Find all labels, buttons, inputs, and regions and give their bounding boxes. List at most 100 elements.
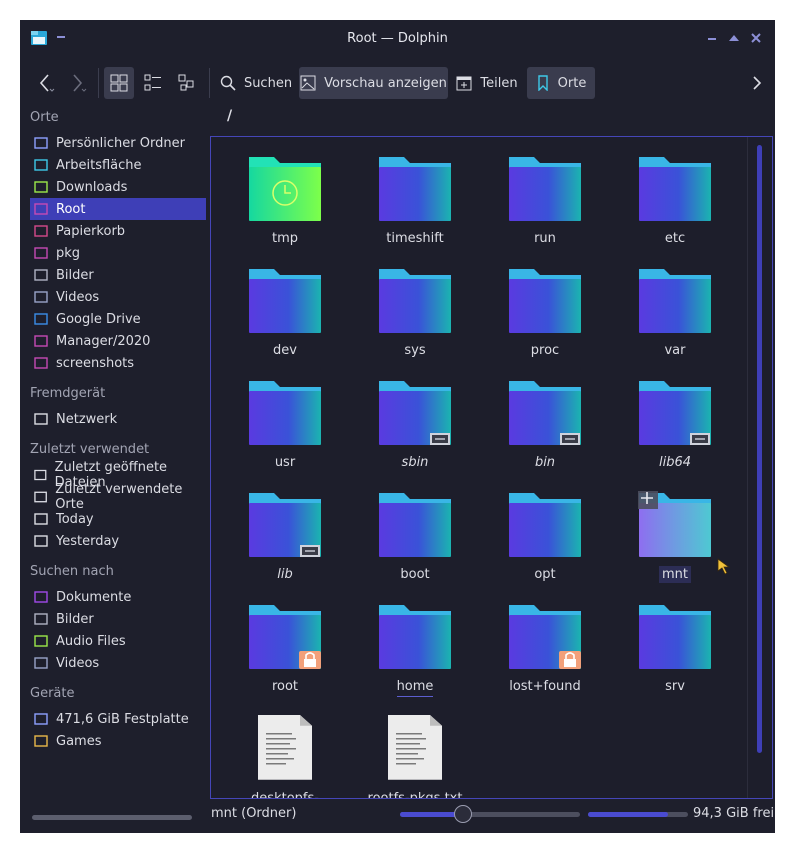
folder-item[interactable]: lib (230, 491, 350, 591)
item-label: mnt (620, 566, 730, 583)
share-button[interactable]: Teilen (454, 67, 520, 99)
sidebar-item-google-drive[interactable]: Google Drive (30, 308, 206, 330)
search-button[interactable]: Suchen (216, 67, 296, 99)
image-icon (34, 269, 48, 281)
more-toolbar-button[interactable] (746, 67, 768, 99)
sidebar-item-manager-2020[interactable]: Manager/2020 (30, 330, 206, 352)
folder-item[interactable]: opt (490, 491, 610, 591)
maximize-button[interactable] (726, 30, 742, 46)
item-name: etc (664, 231, 686, 246)
item-name: var (664, 343, 686, 358)
sidebar-item-label: Yesterday (56, 533, 120, 549)
folder-item[interactable]: srv (620, 603, 740, 703)
sidebar-item-papierkorb[interactable]: Papierkorb (30, 220, 206, 242)
icons-view-icon (110, 74, 128, 92)
folder-item[interactable]: root (230, 603, 350, 703)
sidebar-item-dokumente[interactable]: Dokumente (30, 586, 206, 608)
folder-icon (34, 357, 48, 369)
folder-item[interactable]: sbin (360, 379, 480, 479)
item-name: run (534, 231, 556, 246)
drive-icon (34, 735, 48, 747)
sidebar-item-today[interactable]: Today (30, 508, 206, 530)
item-label: opt (490, 567, 600, 582)
sidebar-item-label: Persönlicher Ordner (56, 135, 185, 151)
folder-icon (379, 605, 451, 669)
share-label: Teilen (480, 75, 518, 91)
scrollbar-thumb[interactable] (757, 145, 762, 753)
sidebar-item-yesterday[interactable]: Yesterday (30, 530, 206, 552)
compact-view-button[interactable] (138, 67, 168, 99)
folder-item[interactable]: dev (230, 267, 350, 367)
text-file-icon (388, 715, 442, 780)
sidebar-item-audio-files[interactable]: Audio Files (30, 630, 206, 652)
video-icon (34, 657, 48, 669)
breadcrumb-path[interactable]: / (227, 108, 232, 124)
preview-label: Vorschau anzeigen (324, 75, 447, 91)
places-horizontal-scrollbar[interactable] (32, 815, 192, 820)
scrollbar-track[interactable] (747, 137, 748, 798)
forward-button[interactable] (64, 67, 92, 99)
item-name: boot (400, 567, 430, 582)
compact-view-icon (144, 74, 161, 91)
folder-item[interactable]: run (490, 155, 610, 255)
icons-view-button[interactable] (104, 67, 134, 99)
sidebar-item-arbeitsfläche[interactable]: Arbeitsfläche (30, 154, 206, 176)
item-name: dev (273, 343, 297, 358)
sidebar-item-471-6-gib-festplatte[interactable]: 471,6 GiB Festplatte (30, 708, 206, 730)
disk-usage-fill (588, 812, 668, 817)
item-name: sbin (401, 455, 429, 470)
folder-item[interactable]: timeshift (360, 155, 480, 255)
harddisk-icon (34, 713, 48, 725)
file-view[interactable]: tmp timeshift run etc dev sys proc var usr sbin bi… (210, 136, 773, 799)
places-button[interactable]: Orte (527, 67, 595, 99)
sidebar-item-bilder[interactable]: Bilder (30, 264, 206, 286)
item-label: var (620, 343, 730, 358)
zoom-slider[interactable] (400, 805, 580, 823)
sidebar-item-videos[interactable]: Videos (30, 286, 206, 308)
sidebar-section-title: Zuletzt verwendet (30, 442, 150, 457)
folder-item[interactable]: boot (360, 491, 480, 591)
file-item[interactable]: rootfs-pkgs.txt (360, 715, 480, 798)
folder-item[interactable]: home (360, 603, 480, 703)
back-button[interactable] (32, 67, 60, 99)
sidebar-item-zuletzt-verwendete-orte[interactable]: Zuletzt verwendete Orte (30, 482, 206, 512)
forward-arrow-icon (73, 74, 87, 92)
file-item[interactable]: desktopfs-pkgs.txt (230, 715, 350, 798)
sidebar-item-root[interactable]: Root (30, 198, 206, 220)
zoom-slider-handle[interactable] (454, 805, 472, 823)
details-view-button[interactable] (172, 67, 202, 99)
folder-item[interactable]: bin (490, 379, 610, 479)
search-label: Suchen (243, 75, 293, 91)
item-name: lost+found (509, 679, 581, 694)
folder-item[interactable]: lost+found (490, 603, 610, 703)
sidebar-item-pkg[interactable]: pkg (30, 242, 206, 264)
folder-icon (379, 493, 451, 557)
folder-icon (639, 605, 711, 669)
folder-item[interactable]: lib64 (620, 379, 740, 479)
close-button[interactable] (748, 30, 764, 46)
preview-button[interactable]: Vorschau anzeigen (299, 67, 448, 99)
item-label: lib64 (620, 455, 730, 470)
sidebar-item-videos[interactable]: Videos (30, 652, 206, 674)
sidebar-item-label: Arbeitsfläche (56, 157, 142, 173)
sidebar-item-netzwerk[interactable]: Netzwerk (30, 408, 206, 430)
sidebar-item-screenshots[interactable]: screenshots (30, 352, 206, 374)
sidebar-item-bilder[interactable]: Bilder (30, 608, 206, 630)
folder-item[interactable]: etc (620, 155, 740, 255)
folder-item[interactable]: mnt (620, 491, 740, 591)
bookmark-icon (537, 75, 548, 91)
folder-icon (379, 157, 451, 221)
minimize-button[interactable] (704, 30, 720, 46)
video-icon (34, 291, 48, 303)
folder-item[interactable]: proc (490, 267, 610, 367)
item-name: mnt (659, 566, 691, 583)
folder-item[interactable]: sys (360, 267, 480, 367)
folder-icon (509, 605, 581, 669)
folder-item[interactable]: var (620, 267, 740, 367)
sidebar-item-persönlicher-ordner[interactable]: Persönlicher Ordner (30, 132, 206, 154)
folder-item[interactable]: tmp (230, 155, 350, 255)
sidebar-item-games[interactable]: Games (30, 730, 206, 752)
sidebar-item-downloads[interactable]: Downloads (30, 176, 206, 198)
folder-icon (379, 269, 451, 333)
folder-item[interactable]: usr (230, 379, 350, 479)
